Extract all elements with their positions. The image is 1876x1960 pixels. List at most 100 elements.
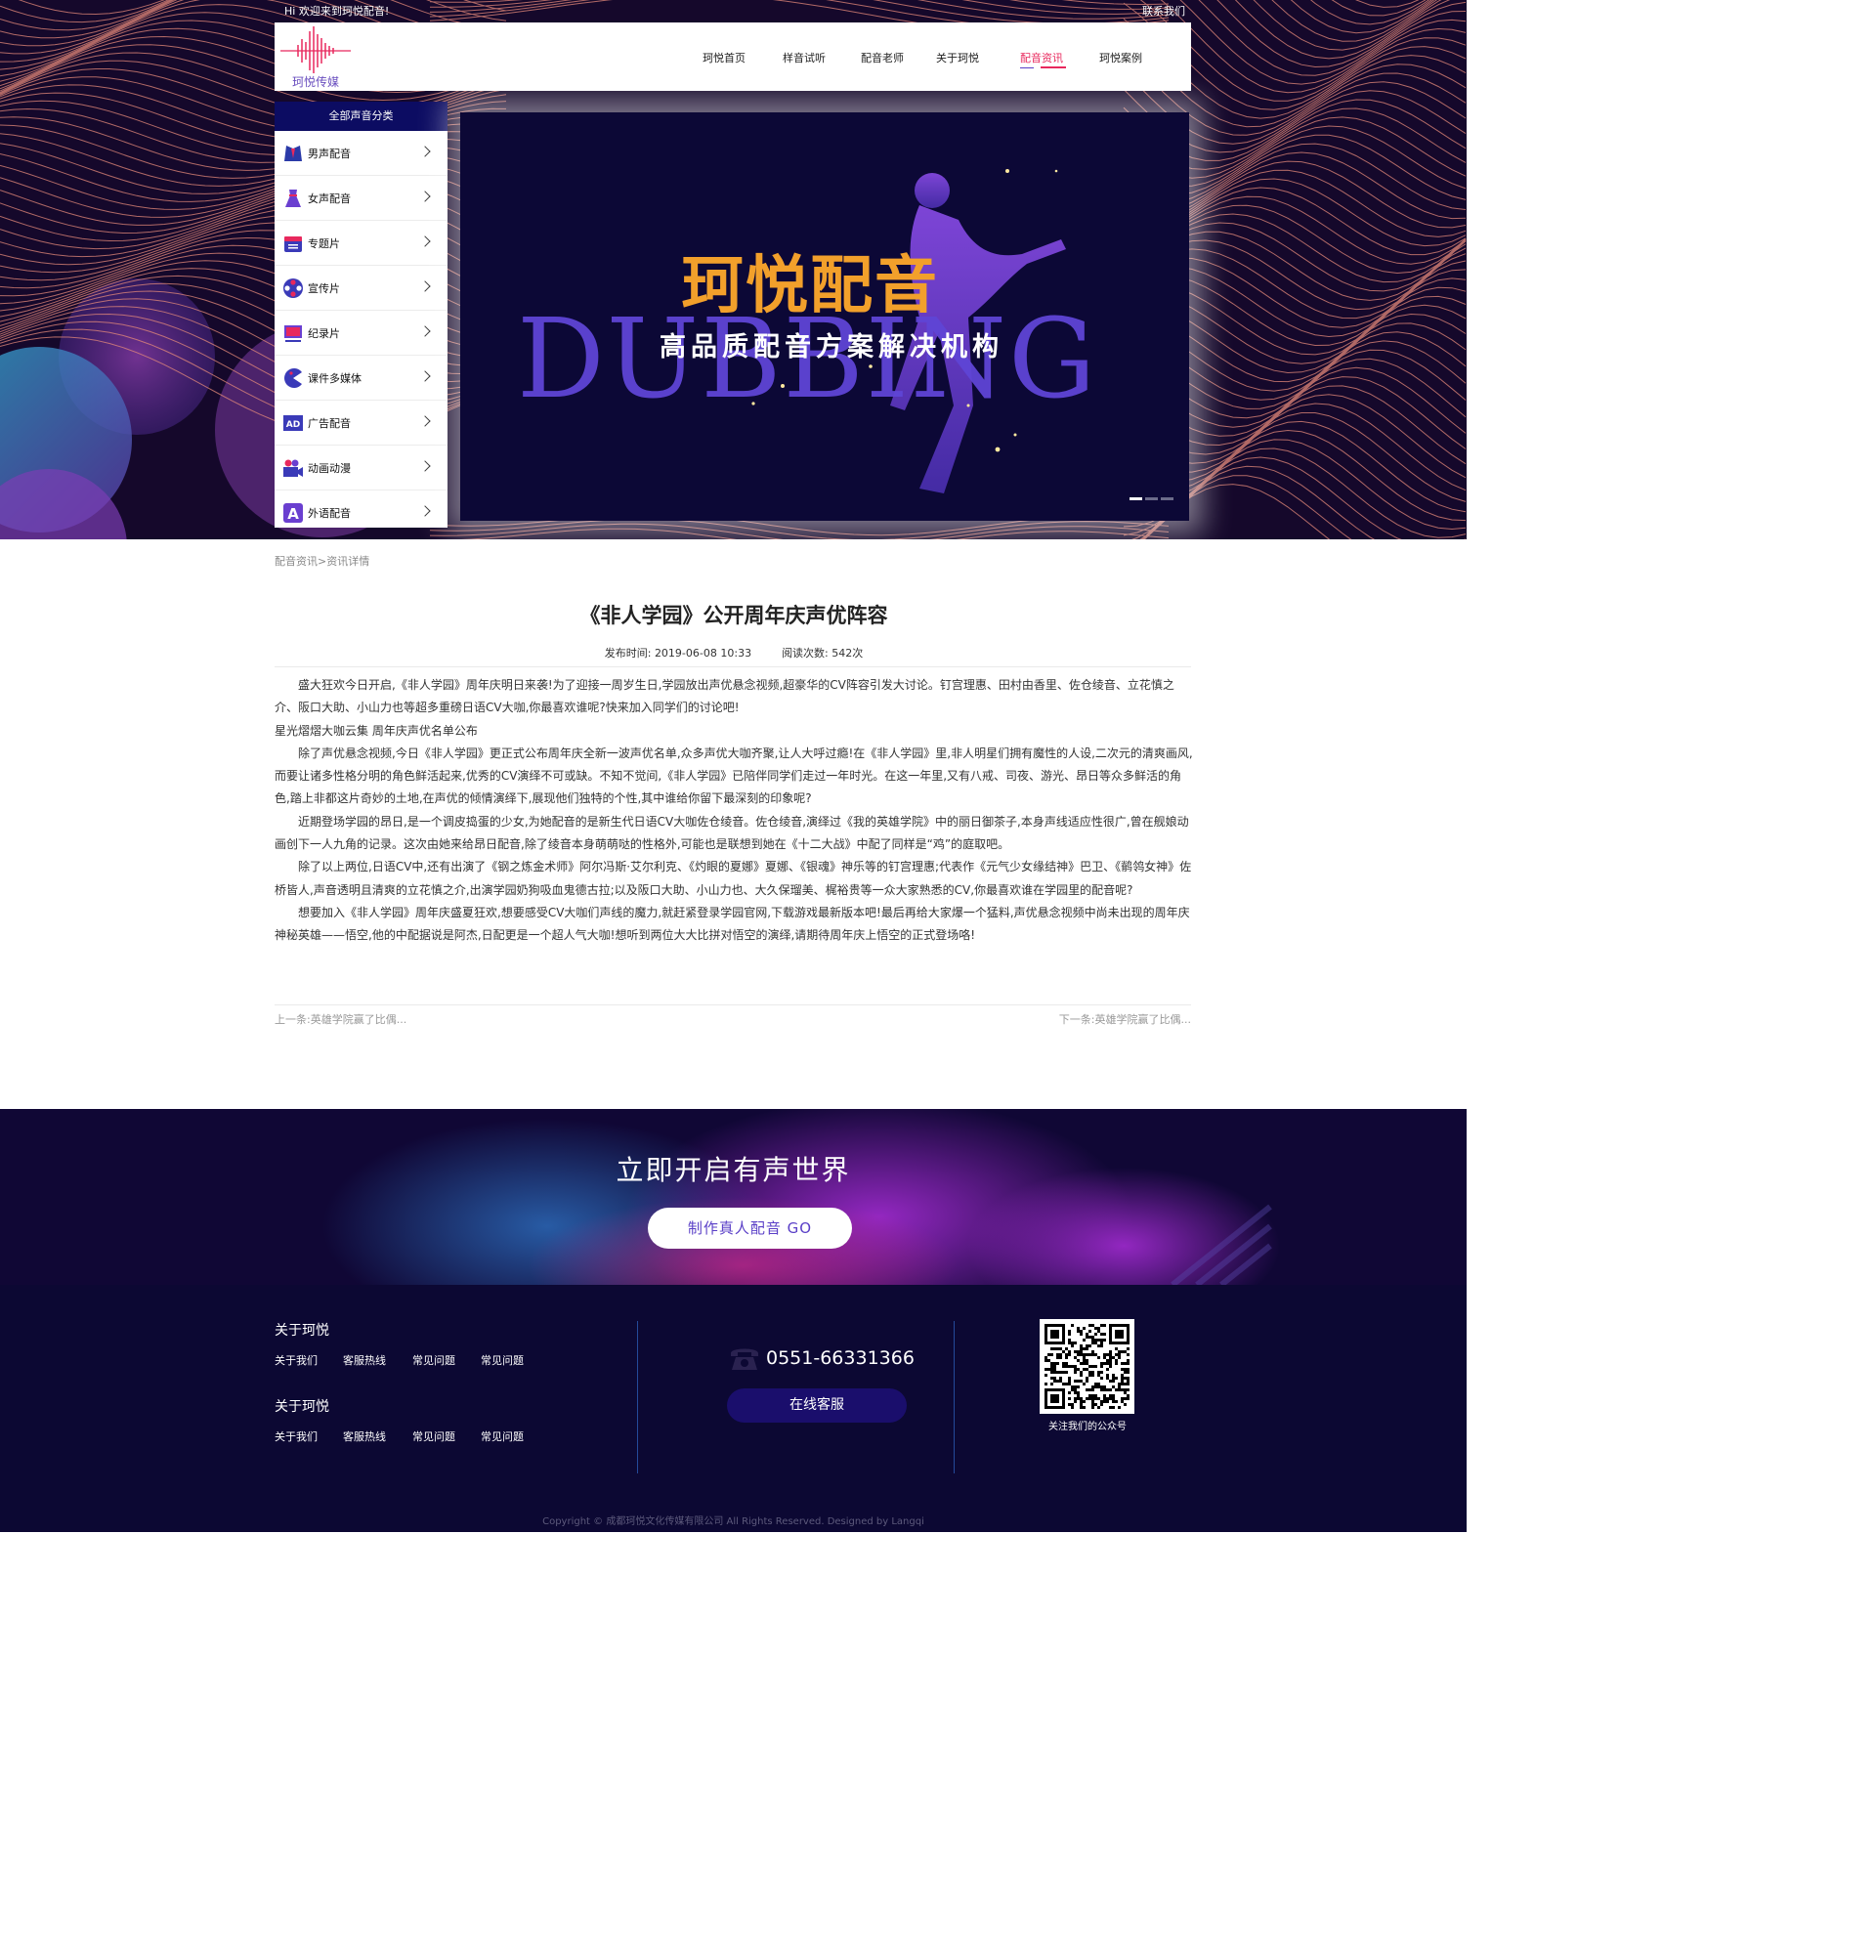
hero-banner[interactable]: DUBBING 珂悦配音 高品质配音方案解决机构 <box>460 112 1189 521</box>
qr-caption: 关注我们的公众号 <box>1048 1422 1127 1432</box>
divider <box>275 1004 1191 1005</box>
chevron-right-icon <box>419 235 431 247</box>
nav-item-cases[interactable]: 珂悦案例 <box>1099 50 1142 65</box>
sidebar-item-label: 纪录片 <box>308 327 340 340</box>
sidebar-item-courseware[interactable]: 课件多媒体 <box>275 356 448 401</box>
footer-link-faq[interactable]: 常见问题 <box>481 1428 524 1444</box>
svg-text:A: A <box>287 505 299 523</box>
views-count: 542次 <box>831 647 864 660</box>
sidebar-item-label: 宣传片 <box>308 282 340 295</box>
footer-link-hotline[interactable]: 客服热线 <box>343 1428 386 1444</box>
divider <box>275 666 1191 667</box>
sidebar-item-foreign[interactable]: A 外语配音 <box>275 490 448 532</box>
copyright: Copyright © 成都珂悦文化传媒有限公司 All Rights Rese… <box>542 1516 924 1527</box>
logo-text: 珂悦传媒 <box>292 75 340 89</box>
folder-icon <box>284 236 302 252</box>
nav-item-samples[interactable]: 样音试听 <box>783 50 826 65</box>
article-paragraph: 盛大狂欢今日开启,《非人学园》周年庆明日来袭!为了迎接一周岁生日,学园放出声优悬… <box>275 678 1174 715</box>
footer-link-faq[interactable]: 常见问题 <box>412 1352 455 1368</box>
article-paragraph: 除了声优悬念视频,今日《非人学园》更正式公布周年庆全新一波声优名单,众多声优大咖… <box>275 746 1193 806</box>
phone-number: 0551-66331366 <box>766 1347 915 1369</box>
monitor-icon <box>284 325 302 342</box>
male-suit-icon <box>284 146 302 161</box>
category-sidebar: 全部声音分类 男声配音 女声配音 专题片 宣传片 纪录片 课件多媒体 AD 广告… <box>275 102 448 528</box>
chevron-right-icon <box>419 191 431 202</box>
footer-link-hotline[interactable]: 客服热线 <box>343 1352 386 1368</box>
carousel-dot[interactable] <box>1130 497 1142 500</box>
breadcrumb-separator: > <box>318 555 327 568</box>
banner-subtitle: 高品质配音方案解决机构 <box>660 332 1003 362</box>
sidebar-item-label: 女声配音 <box>308 192 351 205</box>
breadcrumb-news[interactable]: 配音资讯 <box>275 555 318 568</box>
qr-code <box>1040 1319 1134 1414</box>
sidebar-item-label: 广告配音 <box>308 417 351 430</box>
article-paragraph: 除了以上两位,日语CV中,还有出演了《钢之炼金术师》阿尔冯斯·艾尔利克、《灼眼的… <box>275 860 1192 897</box>
sidebar-item-label: 男声配音 <box>308 148 351 160</box>
sidebar-item-label: 外语配音 <box>308 507 351 520</box>
chevron-right-icon <box>419 460 431 472</box>
sidebar-item-promo[interactable]: 宣传片 <box>275 266 448 311</box>
article-meta: 发布时间: 2019-06-08 10:33 阅读次数: 542次 <box>275 645 1193 660</box>
logo[interactable]: 珂悦传媒 <box>280 26 353 89</box>
contact-link[interactable]: 联系我们 <box>1142 0 1185 22</box>
chevron-right-icon <box>419 505 431 517</box>
footer: 关于珂悦 关于我们 客服热线 常见问题 常见问题 关于珂悦 关于我们 客服热线 … <box>0 1285 1467 1532</box>
publish-label: 发布时间: <box>604 647 652 660</box>
publish-time: 2019-06-08 10:33 <box>654 647 752 660</box>
chevron-right-icon <box>419 280 431 292</box>
nav-item-teachers[interactable]: 配音老师 <box>861 50 904 65</box>
article-title: 《非人学园》公开周年庆声优阵容 <box>579 604 888 627</box>
sidebar-item-documentary[interactable]: 纪录片 <box>275 311 448 356</box>
article-paragraph: 近期登场学园的昂日,是一个调皮捣蛋的少女,为她配音的是新生代日语CV大咖佐仓绫音… <box>275 814 1189 852</box>
welcome-text: Hi 欢迎来到珂悦配音! <box>284 5 390 18</box>
nav-item-about[interactable]: 关于珂悦 <box>936 50 979 65</box>
views-label: 阅读次数: <box>782 647 829 660</box>
chevron-right-icon <box>419 415 431 427</box>
carousel-dot[interactable] <box>1145 497 1158 500</box>
camera-icon <box>283 459 303 477</box>
hero-section: Hi 欢迎来到珂悦配音! 联系我们 珂悦传媒 珂悦首页 样音试听 配音老师 关于… <box>0 0 1467 539</box>
svg-text:AD: AD <box>286 420 300 430</box>
film-reel-icon <box>283 278 303 298</box>
carousel-dot[interactable] <box>1161 497 1173 500</box>
female-dress-icon <box>285 190 301 207</box>
make-dubbing-button[interactable]: 制作真人配音 GO <box>648 1208 852 1249</box>
next-article-link[interactable]: 下一条:英雄学院赢了比偶... <box>1059 1011 1191 1027</box>
nav-item-home[interactable]: 珂悦首页 <box>703 50 746 65</box>
pacman-icon <box>284 368 302 388</box>
footer-link-faq[interactable]: 常见问题 <box>412 1428 455 1444</box>
footer-link-about[interactable]: 关于我们 <box>275 1428 318 1444</box>
sidebar-item-label: 动画动漫 <box>308 462 351 475</box>
letter-a-icon: A <box>283 503 303 523</box>
footer-link-faq[interactable]: 常见问题 <box>481 1352 524 1368</box>
chevron-right-icon <box>419 325 431 337</box>
sidebar-item-ad[interactable]: AD 广告配音 <box>275 401 448 446</box>
banner-title: 珂悦配音 <box>681 249 939 322</box>
breadcrumb: 配音资讯>资讯详情 <box>275 553 369 569</box>
prev-article-link[interactable]: 上一条:英雄学院赢了比偶... <box>275 1011 406 1027</box>
nav-active-underline-accent <box>1020 67 1034 68</box>
footer-group-title: 关于珂悦 <box>275 1399 329 1415</box>
telephone-icon <box>731 1348 758 1370</box>
nav-item-news[interactable]: 配音资讯 <box>1020 50 1063 65</box>
article-paragraph: 想要加入《非人学园》周年庆盛夏狂欢,想要感受CV大咖们声线的魔力,就赶紧登录学园… <box>275 905 1190 943</box>
top-bar: Hi 欢迎来到珂悦配音! 联系我们 <box>275 0 1191 22</box>
article-body: 盛大狂欢今日开启,《非人学园》周年庆明日来袭!为了迎接一周岁生日,学园放出声优悬… <box>275 674 1193 948</box>
footer-link-about[interactable]: 关于我们 <box>275 1352 318 1368</box>
cta-section: 立即开启有声世界 制作真人配音 GO <box>0 1109 1467 1285</box>
nav-active-underline <box>1041 66 1066 68</box>
chevron-right-icon <box>419 370 431 382</box>
online-service-button[interactable]: 在线客服 <box>727 1388 907 1423</box>
sidebar-title: 全部声音分类 <box>275 102 448 131</box>
breadcrumb-detail[interactable]: 资讯详情 <box>326 555 369 568</box>
sidebar-item-male[interactable]: 男声配音 <box>275 131 448 176</box>
article-subheading: 星光熠熠大咖云集 周年庆声优名单公布 <box>275 723 478 738</box>
footer-group-title: 关于珂悦 <box>275 1323 329 1339</box>
sidebar-item-female[interactable]: 女声配音 <box>275 176 448 221</box>
sidebar-item-label: 专题片 <box>308 237 340 250</box>
sidebar-item-feature[interactable]: 专题片 <box>275 221 448 266</box>
qr-code-icon <box>1045 1324 1130 1409</box>
sidebar-item-animation[interactable]: 动画动漫 <box>275 446 448 490</box>
cta-powder-background <box>322 1109 1280 1285</box>
main-navbar: 珂悦传媒 珂悦首页 样音试听 配音老师 关于珂悦 配音资讯 珂悦案例 <box>275 22 1191 91</box>
